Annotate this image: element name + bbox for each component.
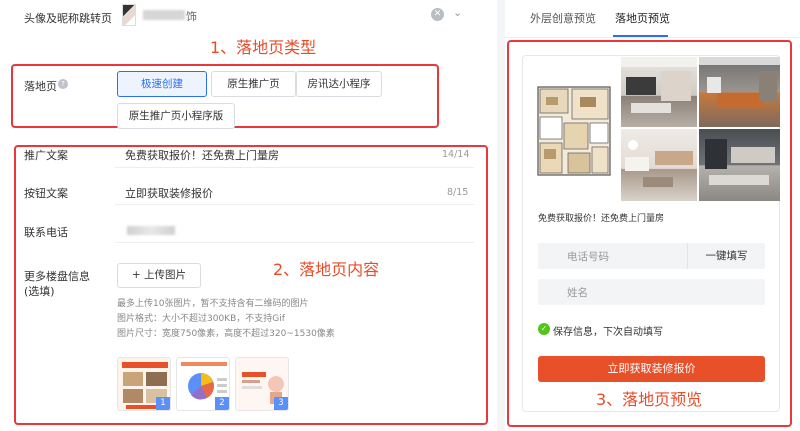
tab-outer-preview[interactable]: 外层创意预览 (530, 10, 596, 26)
annotation-landing-preview: 3、落地页预览 (596, 390, 703, 409)
more-info-label: 更多楼盘信息 (24, 270, 90, 283)
tab-landing-preview[interactable]: 落地页预览 (615, 10, 670, 26)
interior-photo-detail (699, 57, 780, 107)
chevron-down-icon[interactable]: ⌄ (453, 6, 462, 19)
upload-image-button[interactable]: + 上传图片 (117, 263, 201, 288)
upload-hint: 图片尺寸：宽度750像素，高度不超过320~1530像素 (117, 329, 335, 339)
upload-hint: 图片格式：大小不超过300KB，不支持Gif (117, 314, 285, 324)
panel-divider (497, 0, 505, 431)
phone-number-placeholder: 电话号码 (567, 251, 609, 263)
annotation-landing-type: 1、落地页类型 (210, 38, 317, 57)
divider (115, 242, 474, 243)
promo-text-count: 14/14 (442, 149, 470, 160)
image-index-badge: 1 (156, 397, 170, 410)
account-name-tail: 饰 (186, 10, 197, 23)
promo-text-label: 推广文案 (24, 149, 68, 162)
phone-label: 联系电话 (24, 226, 68, 239)
option-native-promo[interactable]: 原生推广页 (211, 71, 296, 97)
top-row: 头像及昵称跳转页 饰 ✕ ⌄ (0, 0, 497, 36)
option-native-miniprogram[interactable]: 原生推广页小程序版 (117, 103, 235, 129)
clear-icon[interactable]: ✕ (431, 8, 444, 21)
account-name-redacted (143, 10, 185, 20)
uploaded-image[interactable]: 1 (117, 357, 171, 411)
option-quick-create[interactable]: 极速创建 (117, 71, 207, 97)
uploaded-image[interactable]: 3 (235, 357, 289, 411)
interior-photo-living (621, 57, 697, 127)
divider (115, 204, 474, 205)
annotation-landing-content: 2、落地页内容 (273, 260, 380, 279)
button-text-input[interactable]: 立即获取装修报价 (125, 185, 213, 201)
interior-photo-detail (705, 139, 775, 185)
avatar-jump-label: 头像及昵称跳转页 (24, 12, 112, 25)
image-index-badge: 2 (215, 397, 229, 410)
button-text-count: 8/15 (447, 187, 469, 198)
interior-photo-lounge (699, 57, 780, 127)
more-info-optional: (选填) (24, 285, 55, 298)
tab-divider (505, 37, 800, 38)
phone-value-redacted[interactable] (127, 226, 175, 235)
save-info-label: 保存信息，下次自动填写 (553, 327, 663, 338)
option-fangxunda-miniprogram[interactable]: 房讯达小程序 (296, 71, 382, 97)
promo-text-input[interactable]: 免费获取报价！还免费上门量房 (125, 147, 279, 163)
uploaded-image[interactable]: 2 (176, 357, 230, 411)
autofill-button[interactable]: 一键填写 (687, 243, 765, 269)
interior-photo-kitchen (699, 129, 780, 201)
image-index-badge: 3 (274, 397, 288, 410)
divider (115, 167, 474, 168)
button-text-label: 按钮文案 (24, 187, 68, 200)
upload-hint: 最多上传10张图片，暂不支持含有二维码的图片 (117, 299, 309, 309)
interior-photo-sofa (621, 129, 697, 201)
submit-quote-button[interactable]: 立即获取装修报价 (538, 356, 765, 382)
landing-page-label: 落地页 (24, 80, 57, 93)
help-icon[interactable]: ? (58, 79, 68, 89)
floor-plan-image (528, 57, 619, 201)
floor-plan-drawing (537, 86, 611, 176)
account-avatar (122, 4, 136, 26)
preview-promo-text: 免费获取报价！还免费上门量房 (538, 214, 665, 224)
interior-photo-detail (625, 140, 693, 187)
check-icon[interactable]: ✓ (538, 323, 550, 335)
interior-photo-detail (621, 57, 697, 113)
name-placeholder: 姓名 (567, 287, 588, 299)
